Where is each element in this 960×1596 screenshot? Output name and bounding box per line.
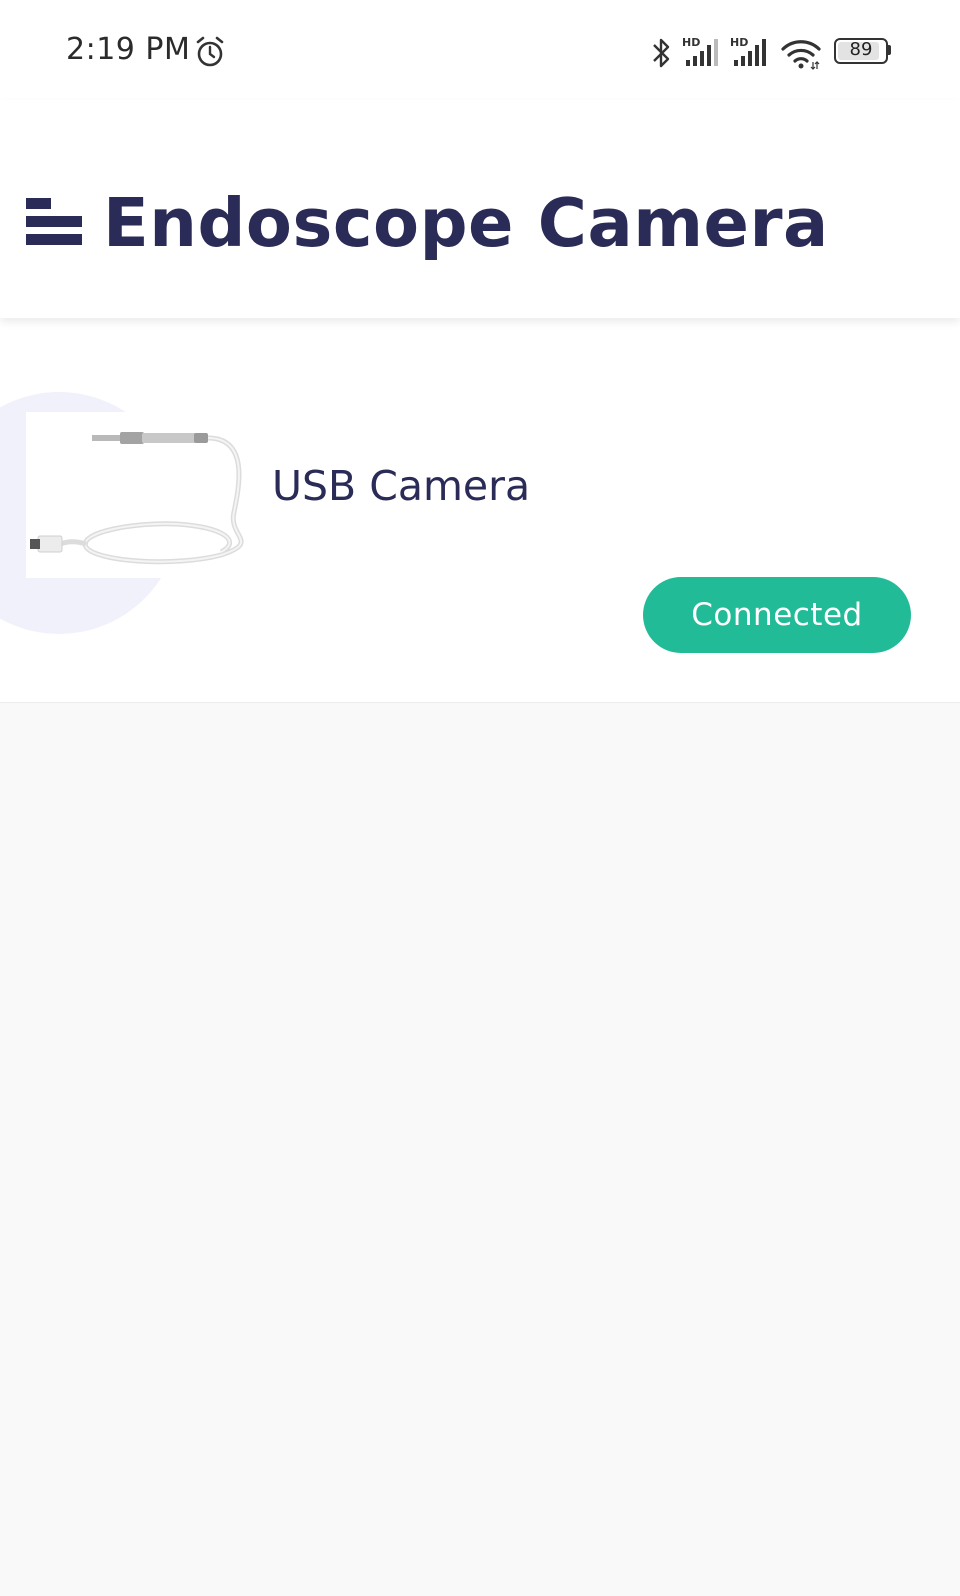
page-title: Endoscope Camera xyxy=(103,184,829,262)
bluetooth-icon xyxy=(653,38,670,68)
device-name: USB Camera xyxy=(272,462,531,510)
hd-signal-icon: HD xyxy=(730,36,766,66)
battery-level: 89 xyxy=(849,39,873,60)
svg-text:HD: HD xyxy=(682,36,700,49)
svg-text:HD: HD xyxy=(730,36,748,49)
menu-icon[interactable] xyxy=(26,198,82,254)
wifi-icon xyxy=(781,40,821,70)
content-area xyxy=(0,703,960,1596)
hd-signal-icon: HD xyxy=(682,36,718,66)
status-time: 2:19 PM xyxy=(66,32,191,67)
device-card[interactable]: USB Camera Connected xyxy=(0,318,960,703)
app-bar: Endoscope Camera xyxy=(0,100,960,318)
status-bar: 2:19 PM HD HD 89 xyxy=(0,0,960,100)
usb-camera-image xyxy=(26,412,250,578)
usb-endoscope-icon xyxy=(30,432,244,565)
alarm-icon xyxy=(196,36,224,67)
connection-status-button[interactable]: Connected xyxy=(643,577,911,653)
battery-icon: 89 xyxy=(834,38,891,64)
